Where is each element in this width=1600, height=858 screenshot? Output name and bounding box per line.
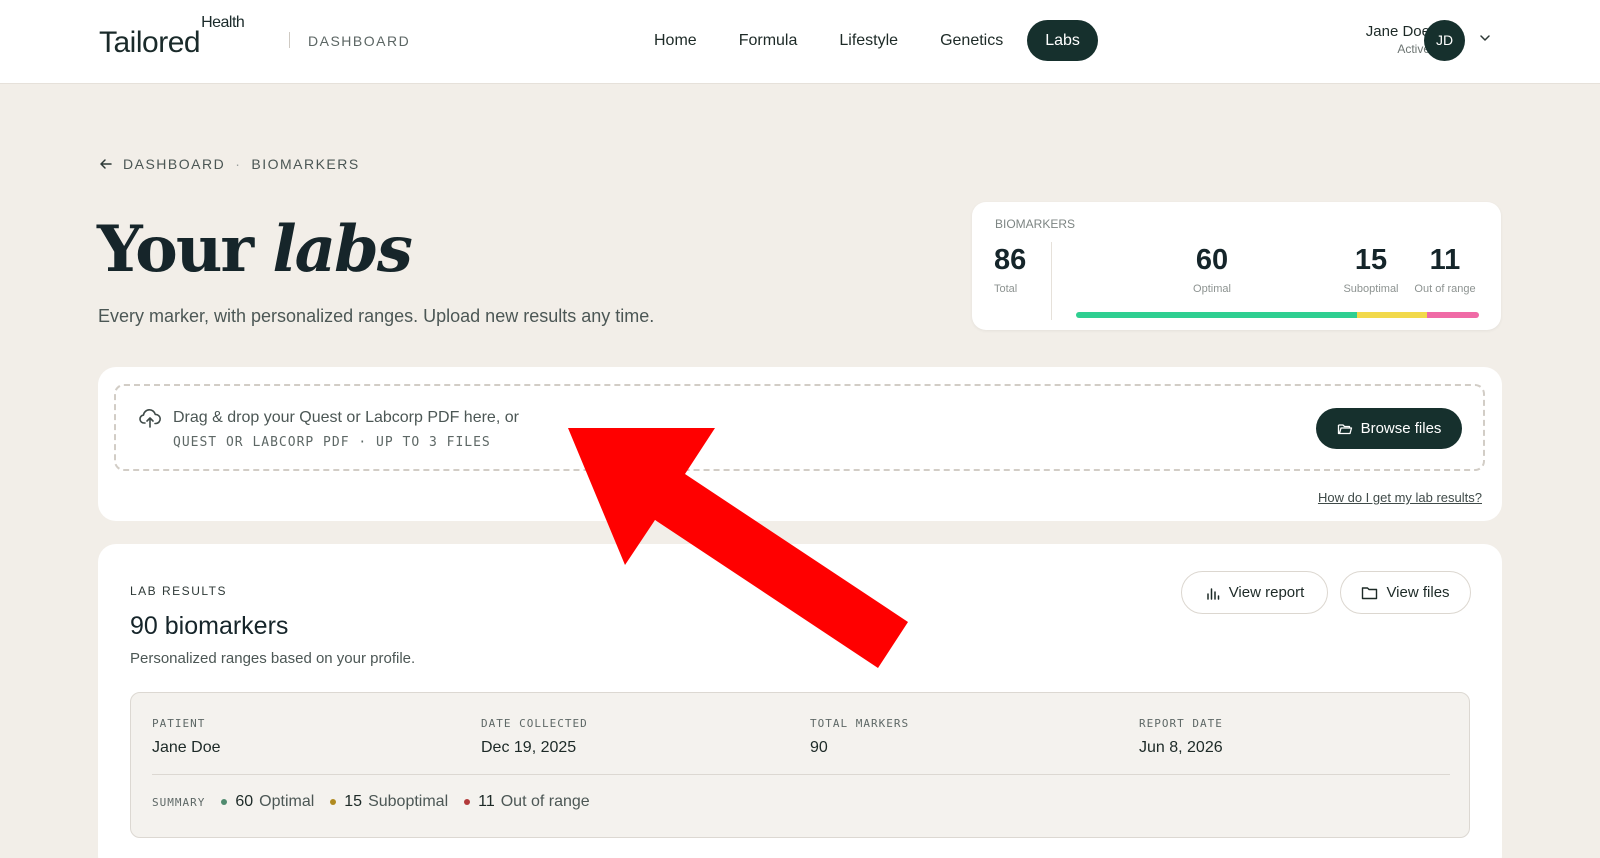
logo-main-text: Tailored	[99, 26, 201, 59]
view-files-label: View files	[1386, 584, 1450, 601]
results-summary: SUMMARY 60 Optimal 15 Suboptimal 11 Out …	[152, 793, 606, 811]
dropzone-instruction: Drag & drop your Quest or Labcorp PDF he…	[173, 409, 519, 426]
breadcrumb-parent-link[interactable]: DASHBOARD	[123, 156, 225, 172]
tailored-health-logo[interactable]: TailoredHealth	[99, 14, 245, 60]
suboptimal-dot-icon	[330, 799, 337, 805]
user-name: Jane Doe	[1365, 23, 1430, 40]
stat-out-of-range-value: 11	[1429, 244, 1461, 276]
summary-suboptimal: 15 Suboptimal	[330, 793, 448, 811]
info-total-markers-value: 90	[810, 739, 828, 756]
nav-item-home[interactable]: Home	[636, 20, 715, 61]
folder-icon	[1362, 586, 1378, 599]
optimal-dot-icon	[221, 799, 228, 805]
bar-segment-out-of-range	[1427, 312, 1479, 318]
info-report-date-key: REPORT DATE	[1139, 717, 1223, 730]
stat-total-caption: Total	[994, 283, 1018, 295]
logo-super-text: Health	[201, 14, 245, 31]
info-divider	[152, 774, 1450, 775]
biomarkers-summary-card: BIOMARKERS 86 Total 60 Optimal 15 Subopt…	[972, 202, 1501, 330]
page-title-plain: Your	[97, 212, 254, 287]
stat-optimal: 60 Optimal	[1171, 244, 1253, 295]
cloud-upload-icon	[139, 409, 161, 428]
summary-suboptimal-count: 15	[344, 793, 363, 810]
folder-open-icon	[1337, 423, 1352, 434]
avatar[interactable]: JD	[1424, 20, 1465, 61]
user-info[interactable]: Jane Doe Active	[1366, 23, 1430, 56]
main-nav: Home Formula Lifestyle Genetics Labs	[636, 20, 1098, 61]
top-navigation-bar: TailoredHealth DASHBOARD Home Formula Li…	[0, 0, 1600, 84]
stat-total-value: 86	[994, 244, 1027, 276]
biomarkers-distribution-bar	[1076, 312, 1479, 318]
nav-item-lifestyle[interactable]: Lifestyle	[821, 20, 916, 61]
stat-total: 86 Total	[994, 244, 1026, 295]
nav-item-genetics[interactable]: Genetics	[922, 20, 1021, 61]
out-of-range-dot-icon	[464, 799, 471, 805]
nav-item-labs[interactable]: Labs	[1027, 20, 1098, 61]
summary-out-of-range: 11 Out of range	[464, 793, 590, 811]
summary-optimal-count: 60	[235, 793, 254, 810]
stat-out-of-range: 11 Out of range	[1409, 244, 1481, 295]
info-report-date: REPORT DATE Jun 8, 2026	[1139, 717, 1223, 757]
arrow-left-icon[interactable]	[99, 157, 113, 171]
summary-optimal-label: Optimal	[259, 793, 315, 810]
info-date-collected-value: Dec 19, 2025	[481, 739, 577, 756]
info-date-collected: DATE COLLECTED Dec 19, 2025	[481, 717, 588, 757]
bar-chart-icon	[1206, 587, 1219, 600]
lab-results-subtitle: Personalized ranges based on your profil…	[130, 650, 416, 667]
stat-divider	[1051, 242, 1052, 320]
stat-suboptimal: 15 Suboptimal	[1338, 244, 1404, 295]
summary-optimal: 60 Optimal	[221, 793, 314, 811]
view-report-button[interactable]: View report	[1181, 571, 1328, 614]
biomarkers-card-label: BIOMARKERS	[995, 217, 1076, 231]
stat-optimal-value: 60	[1195, 244, 1229, 276]
info-total-markers: TOTAL MARKERS 90	[810, 717, 909, 757]
stat-suboptimal-value: 15	[1354, 244, 1388, 276]
info-report-date-value: Jun 8, 2026	[1139, 739, 1223, 756]
lab-results-label: LAB RESULTS	[130, 584, 227, 598]
lab-results-title: 90 biomarkers	[130, 612, 289, 640]
stat-optimal-caption: Optimal	[1193, 283, 1231, 295]
summary-out-of-range-label: Out of range	[500, 793, 590, 810]
info-total-markers-key: TOTAL MARKERS	[810, 717, 910, 730]
chevron-down-icon[interactable]	[1477, 30, 1493, 46]
header-divider	[289, 32, 290, 48]
view-report-label: View report	[1228, 584, 1305, 601]
breadcrumb: DASHBOARD · BIOMARKERS	[99, 156, 360, 172]
breadcrumb-separator: ·	[235, 156, 242, 172]
browse-files-button[interactable]: Browse files	[1316, 408, 1462, 449]
info-date-collected-key: DATE COLLECTED	[481, 717, 588, 730]
view-files-button[interactable]: View files	[1340, 571, 1471, 614]
dropzone-file-hint: QUEST OR LABCORP PDF · UP TO 3 FILES	[173, 435, 491, 450]
page-title: Your labs	[97, 212, 413, 287]
info-patient-key: PATIENT	[152, 717, 206, 730]
summary-out-of-range-count: 11	[478, 793, 495, 810]
stat-suboptimal-caption: Suboptimal	[1343, 283, 1399, 295]
upload-card: Drag & drop your Quest or Labcorp PDF he…	[98, 367, 1502, 521]
bar-segment-optimal	[1076, 312, 1358, 318]
info-patient-value: Jane Doe	[152, 739, 221, 756]
browse-files-label: Browse files	[1360, 420, 1442, 437]
report-info-box: PATIENT Jane Doe DATE COLLECTED Dec 19, …	[130, 692, 1470, 838]
header-section-label: DASHBOARD	[308, 33, 411, 49]
lab-results-card: LAB RESULTS 90 biomarkers Personalized r…	[98, 544, 1502, 858]
nav-item-formula[interactable]: Formula	[721, 20, 816, 61]
breadcrumb-current: BIOMARKERS	[251, 156, 360, 172]
file-dropzone[interactable]: Drag & drop your Quest or Labcorp PDF he…	[114, 384, 1485, 471]
summary-label: SUMMARY	[152, 795, 206, 809]
summary-suboptimal-label: Suboptimal	[368, 793, 449, 810]
info-patient: PATIENT Jane Doe	[152, 717, 221, 757]
page-title-italic: labs	[272, 212, 413, 287]
lab-results-help-link[interactable]: How do I get my lab results?	[1318, 490, 1482, 505]
user-status: Active	[1397, 42, 1430, 56]
stat-out-of-range-caption: Out of range	[1414, 283, 1476, 295]
bar-segment-suboptimal	[1357, 312, 1428, 318]
page-subtitle: Every marker, with personalized ranges. …	[98, 306, 655, 326]
